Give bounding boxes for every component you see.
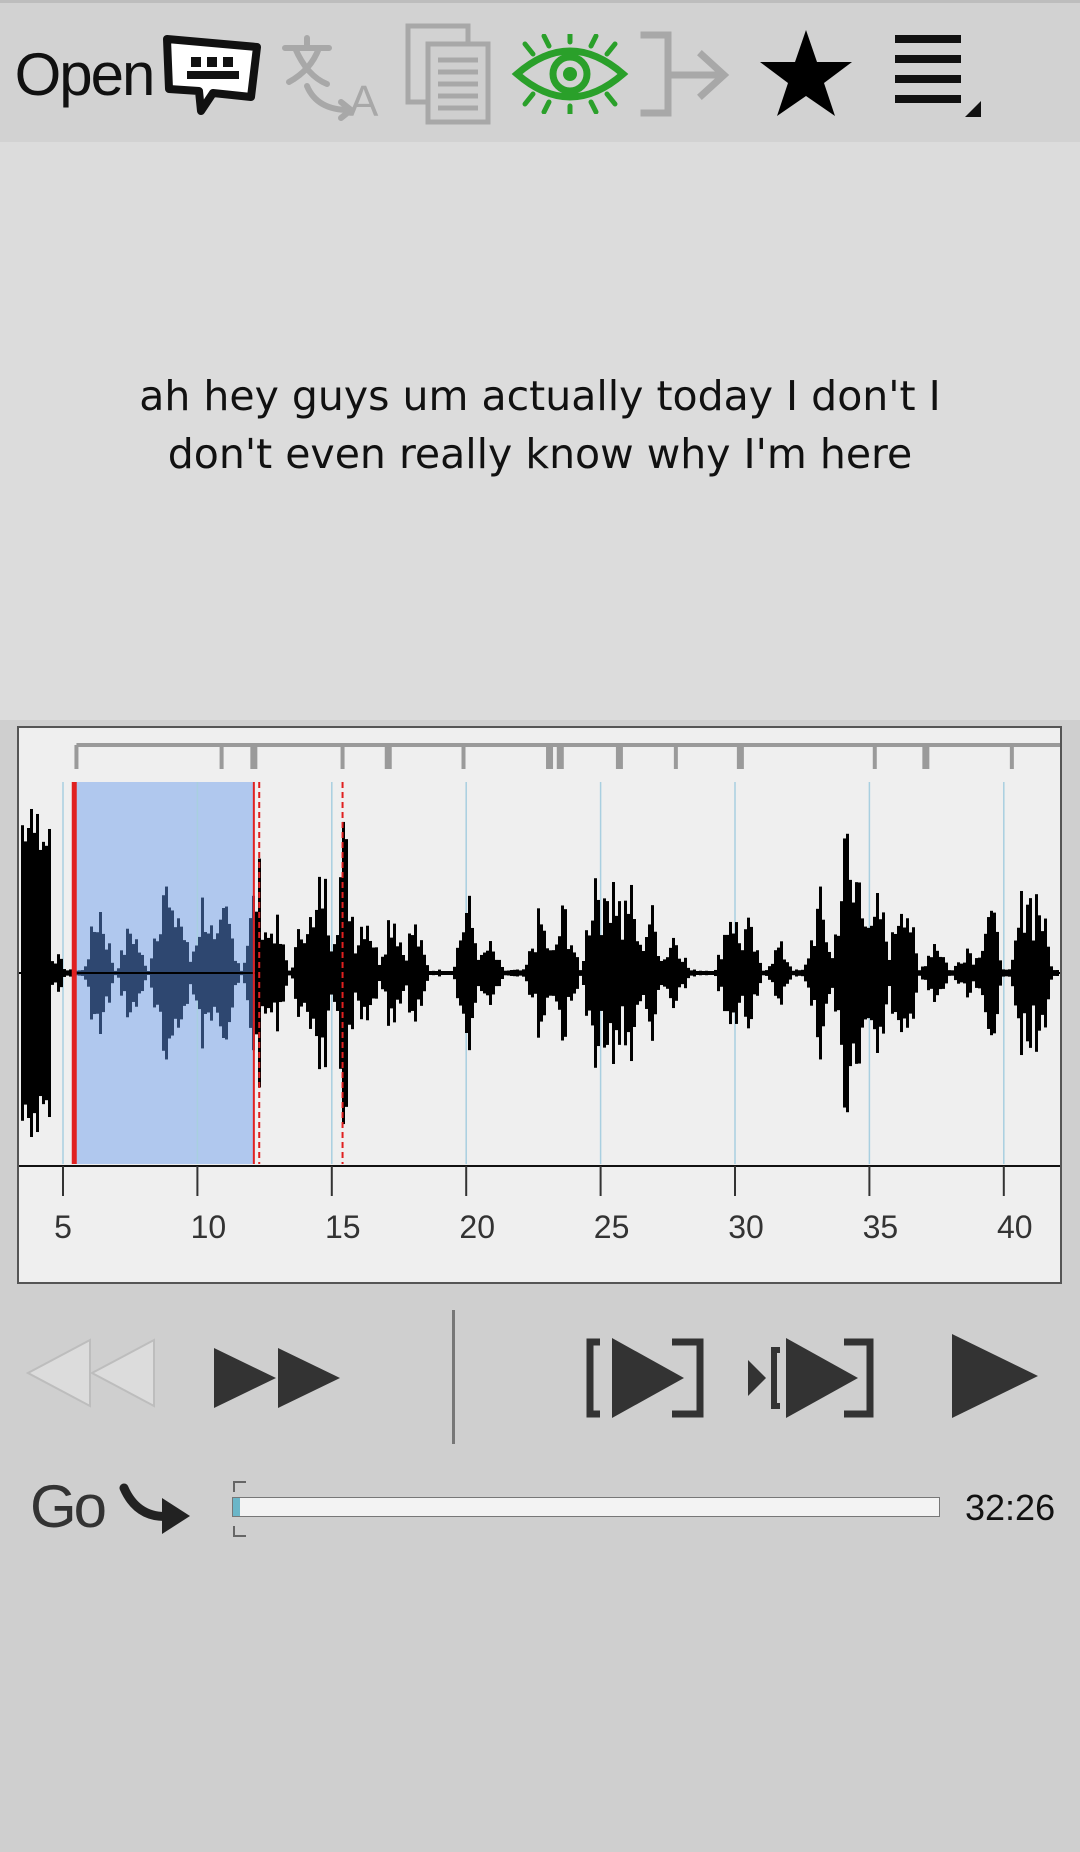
- subtitle-text: ah hey guys um actually today I don't I …: [139, 372, 941, 478]
- segment-marker: [546, 745, 554, 769]
- segment-marker: [556, 745, 564, 769]
- play-from-marker-button[interactable]: [746, 1336, 874, 1425]
- translate-icon[interactable]: A: [276, 3, 388, 145]
- axis-tick-label: 40: [997, 1209, 1033, 1245]
- eye-icon[interactable]: [510, 3, 630, 145]
- subtitle-icon[interactable]: [160, 3, 266, 145]
- segment-marker: [615, 745, 623, 769]
- go-button[interactable]: Go: [30, 1472, 107, 1541]
- rewind-icon: [25, 1338, 155, 1408]
- menu-icon[interactable]: [886, 3, 990, 145]
- selection-start-marker: [71, 782, 77, 1164]
- play-button[interactable]: [950, 1332, 1040, 1425]
- toolbar: Open A: [0, 0, 1080, 142]
- document-icon[interactable]: [400, 3, 500, 145]
- play-from-marker-icon: [748, 1338, 874, 1418]
- play-selection-icon: [586, 1338, 704, 1418]
- axis-tick-label: 30: [728, 1209, 764, 1245]
- progress-slider[interactable]: [232, 1497, 940, 1517]
- segment-marker: [461, 745, 466, 769]
- axis-tick-label: 20: [459, 1209, 495, 1245]
- axis-tick-label: 35: [863, 1209, 899, 1245]
- svg-text:A: A: [349, 77, 379, 124]
- fast-forward-icon: [214, 1348, 340, 1408]
- go-arrow-icon[interactable]: [118, 1474, 192, 1543]
- star-icon[interactable]: [758, 3, 854, 145]
- segment-marker: [340, 745, 345, 769]
- waveform-panel[interactable]: 5 10 15 20 25 30 35 40: [17, 726, 1062, 1284]
- axis-tick-label: 10: [191, 1209, 227, 1245]
- segment-marker: [384, 745, 392, 769]
- progress-fill: [233, 1498, 241, 1516]
- duration-label: 32:26: [965, 1487, 1056, 1528]
- waveform[interactable]: 5 10 15 20 25 30 35 40: [19, 728, 1060, 1282]
- segment-marker: [922, 745, 930, 769]
- segment-marker: [736, 745, 744, 769]
- segment-marker: [872, 745, 877, 769]
- transport-divider: [452, 1310, 455, 1444]
- segment-marker: [673, 745, 678, 769]
- open-button[interactable]: Open: [15, 3, 156, 145]
- segment-marker: [219, 745, 224, 769]
- go-label: Go: [30, 1473, 107, 1540]
- axis-tick-label: 25: [594, 1209, 630, 1245]
- play-selection-button[interactable]: [584, 1336, 706, 1425]
- segment-marker: [74, 745, 79, 769]
- axis-tick-label: 5: [54, 1209, 72, 1245]
- segment-marker: [250, 745, 258, 769]
- axis-tick-label: 15: [325, 1209, 361, 1245]
- subtitle-display[interactable]: ah hey guys um actually today I don't I …: [0, 142, 1080, 720]
- fast-forward-button[interactable]: [212, 1346, 342, 1415]
- segment-marker: [1009, 745, 1014, 769]
- play-icon: [952, 1334, 1038, 1418]
- exit-icon[interactable]: [636, 3, 736, 145]
- rewind-button[interactable]: [25, 1338, 158, 1413]
